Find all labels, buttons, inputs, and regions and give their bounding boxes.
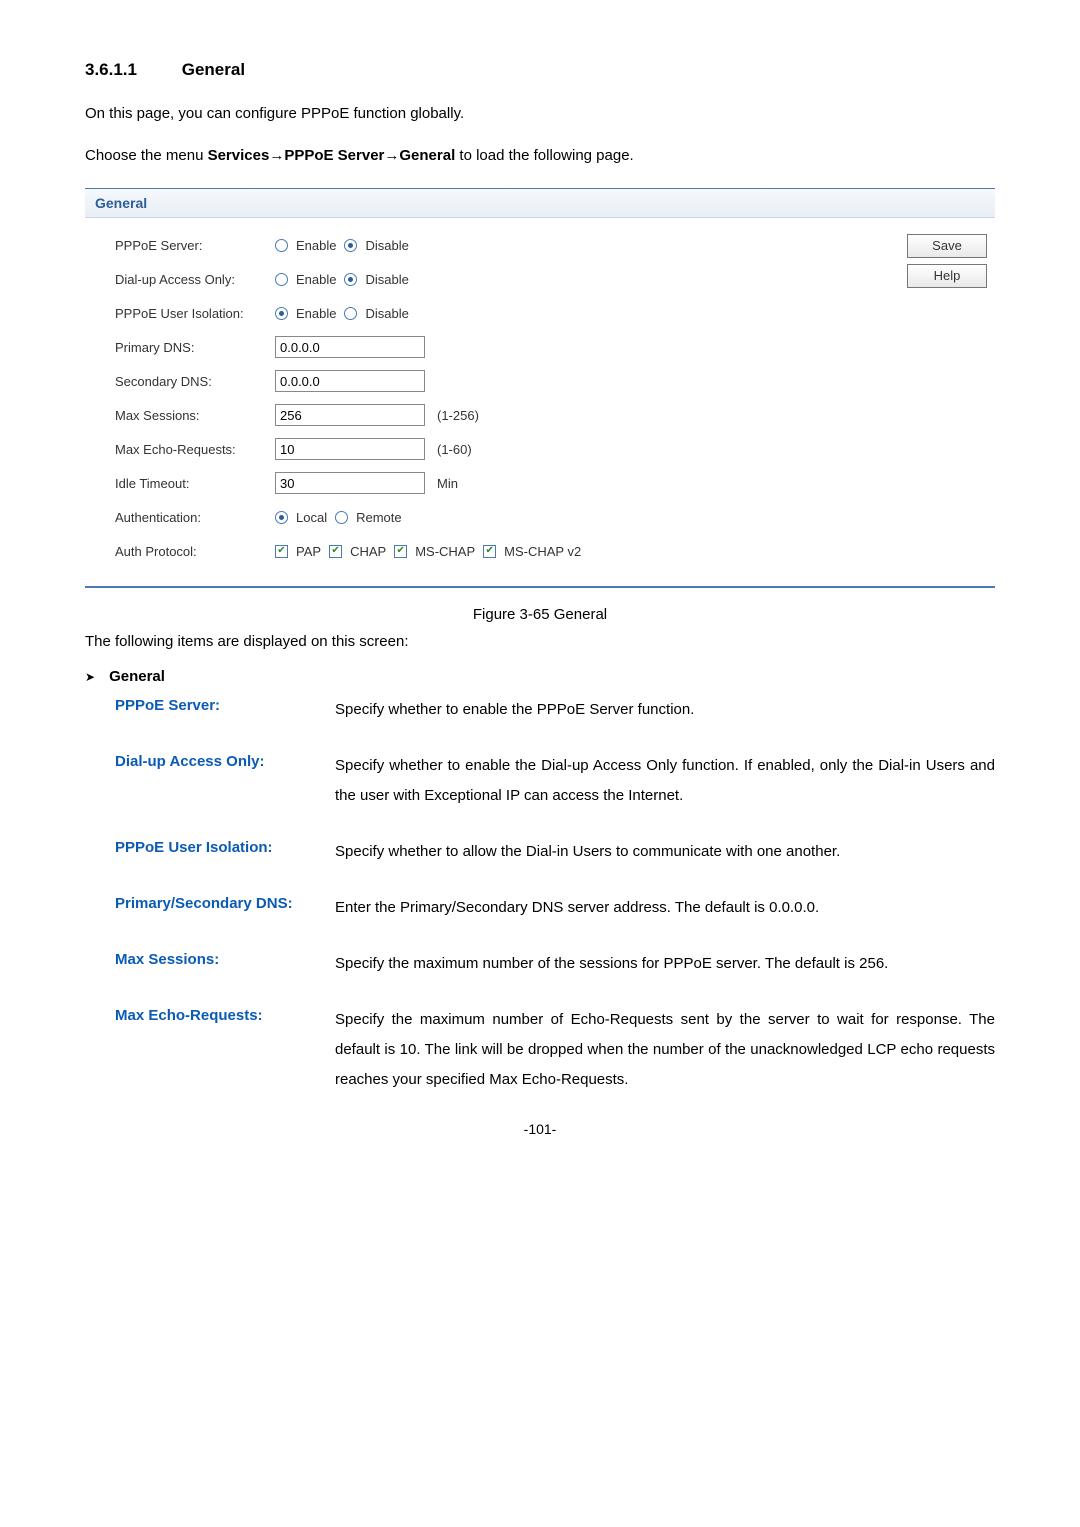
label-primary-dns: Primary DNS: [115, 340, 275, 355]
section-heading: 3.6.1.1 General [85, 60, 995, 80]
row-auth-protocol: Auth Protocol: ✔ PAP ✔ CHAP ✔ MS-CHAP ✔ … [115, 534, 877, 568]
nav-prefix: Choose the menu [85, 147, 208, 164]
label-max-echo: Max Echo-Requests: [115, 442, 275, 457]
radio-pppoe-enable[interactable] [275, 239, 288, 252]
row-isolation: PPPoE User Isolation: Enable Disable [115, 296, 877, 330]
nav-arrow-2: → [384, 147, 399, 164]
check-label-mschap: MS-CHAP [415, 544, 475, 559]
bullet-title: General [109, 668, 165, 685]
row-pppoe-server: PPPoE Server: Enable Disable [115, 228, 877, 262]
label-authentication: Authentication: [115, 510, 275, 525]
label-max-sessions: Max Sessions: [115, 408, 275, 423]
radio-pppoe-disable[interactable] [344, 239, 357, 252]
def-max-echo: Specify the maximum number of Echo-Reque… [335, 1005, 995, 1095]
radio-label-local: Local [296, 510, 327, 525]
desc-row-max-echo: Max Echo-Requests: Specify the maximum n… [115, 1005, 995, 1095]
def-dns: Enter the Primary/Secondary DNS server a… [335, 893, 995, 923]
radio-label-remote: Remote [356, 510, 402, 525]
row-primary-dns: Primary DNS: [115, 330, 877, 364]
hint-max-sessions: (1-256) [437, 408, 479, 423]
term-dialup: Dial-up Access Only: [115, 751, 335, 811]
def-pppoe-server: Specify whether to enable the PPPoE Serv… [335, 695, 995, 725]
hint-max-echo: (1-60) [437, 442, 472, 457]
check-chap[interactable]: ✔ [329, 545, 342, 558]
save-button[interactable]: Save [907, 234, 987, 258]
input-max-echo[interactable] [275, 438, 425, 460]
nav-suffix: to load the following page. [455, 147, 633, 164]
desc-row-dns: Primary/Secondary DNS: Enter the Primary… [115, 893, 995, 923]
desc-row-isolation: PPPoE User Isolation: Specify whether to… [115, 837, 995, 867]
input-primary-dns[interactable] [275, 336, 425, 358]
intro-text: On this page, you can configure PPPoE fu… [85, 102, 995, 126]
radio-auth-local[interactable] [275, 511, 288, 524]
panel-body: PPPoE Server: Enable Disable Dial-up Acc… [85, 218, 995, 586]
row-authentication: Authentication: Local Remote [115, 500, 877, 534]
radio-label-enable: Enable [296, 306, 336, 321]
check-label-chap: CHAP [350, 544, 386, 559]
hint-idle-timeout: Min [437, 476, 458, 491]
check-label-pap: PAP [296, 544, 321, 559]
radio-label-disable: Disable [365, 238, 408, 253]
term-pppoe-server: PPPoE Server: [115, 695, 335, 725]
term-isolation: PPPoE User Isolation: [115, 837, 335, 867]
desc-row-dialup: Dial-up Access Only: Specify whether to … [115, 751, 995, 811]
config-panel: General PPPoE Server: Enable Disable Dia… [85, 188, 995, 588]
def-max-sessions: Specify the maximum number of the sessio… [335, 949, 995, 979]
label-idle-timeout: Idle Timeout: [115, 476, 275, 491]
term-max-echo: Max Echo-Requests: [115, 1005, 335, 1095]
section-title: General [182, 60, 245, 79]
nav-pppoe: PPPoE Server [284, 147, 384, 164]
check-pap[interactable]: ✔ [275, 545, 288, 558]
help-button[interactable]: Help [907, 264, 987, 288]
nav-arrow-1: → [269, 147, 284, 164]
navigation-path: Choose the menu Services→PPPoE Server→Ge… [85, 144, 995, 168]
row-max-echo: Max Echo-Requests: (1-60) [115, 432, 877, 466]
row-secondary-dns: Secondary DNS: [115, 364, 877, 398]
radio-dialup-enable[interactable] [275, 273, 288, 286]
input-secondary-dns[interactable] [275, 370, 425, 392]
label-dialup: Dial-up Access Only: [115, 272, 275, 287]
check-mschap[interactable]: ✔ [394, 545, 407, 558]
def-isolation: Specify whether to allow the Dial-in Use… [335, 837, 995, 867]
description-intro: The following items are displayed on thi… [85, 633, 995, 650]
label-auth-protocol: Auth Protocol: [115, 544, 275, 559]
row-idle-timeout: Idle Timeout: Min [115, 466, 877, 500]
def-dialup: Specify whether to enable the Dial-up Ac… [335, 751, 995, 811]
form-column: PPPoE Server: Enable Disable Dial-up Acc… [93, 228, 877, 568]
desc-row-pppoe-server: PPPoE Server: Specify whether to enable … [115, 695, 995, 725]
nav-general: General [399, 147, 455, 164]
input-idle-timeout[interactable] [275, 472, 425, 494]
term-max-sessions: Max Sessions: [115, 949, 335, 979]
radio-isolation-enable[interactable] [275, 307, 288, 320]
section-number: 3.6.1.1 [85, 60, 137, 79]
panel-title: General [85, 189, 995, 218]
figure-caption: Figure 3-65 General [85, 606, 995, 623]
check-mschapv2[interactable]: ✔ [483, 545, 496, 558]
radio-label-disable: Disable [365, 272, 408, 287]
radio-label-enable: Enable [296, 238, 336, 253]
description-table: PPPoE Server: Specify whether to enable … [85, 695, 995, 1095]
row-max-sessions: Max Sessions: (1-256) [115, 398, 877, 432]
input-max-sessions[interactable] [275, 404, 425, 426]
button-column: Save Help [877, 228, 987, 568]
row-dialup: Dial-up Access Only: Enable Disable [115, 262, 877, 296]
triangle-icon: ➤ [85, 670, 95, 684]
label-secondary-dns: Secondary DNS: [115, 374, 275, 389]
desc-row-max-sessions: Max Sessions: Specify the maximum number… [115, 949, 995, 979]
page-number: -101- [85, 1121, 995, 1137]
radio-label-enable: Enable [296, 272, 336, 287]
nav-services: Services [208, 147, 270, 164]
check-label-mschapv2: MS-CHAP v2 [504, 544, 581, 559]
radio-auth-remote[interactable] [335, 511, 348, 524]
label-isolation: PPPoE User Isolation: [115, 306, 275, 321]
radio-label-disable: Disable [365, 306, 408, 321]
label-pppoe-server: PPPoE Server: [115, 238, 275, 253]
term-dns: Primary/Secondary DNS: [115, 893, 335, 923]
radio-isolation-disable[interactable] [344, 307, 357, 320]
radio-dialup-disable[interactable] [344, 273, 357, 286]
bullet-general: ➤ General [85, 668, 995, 685]
